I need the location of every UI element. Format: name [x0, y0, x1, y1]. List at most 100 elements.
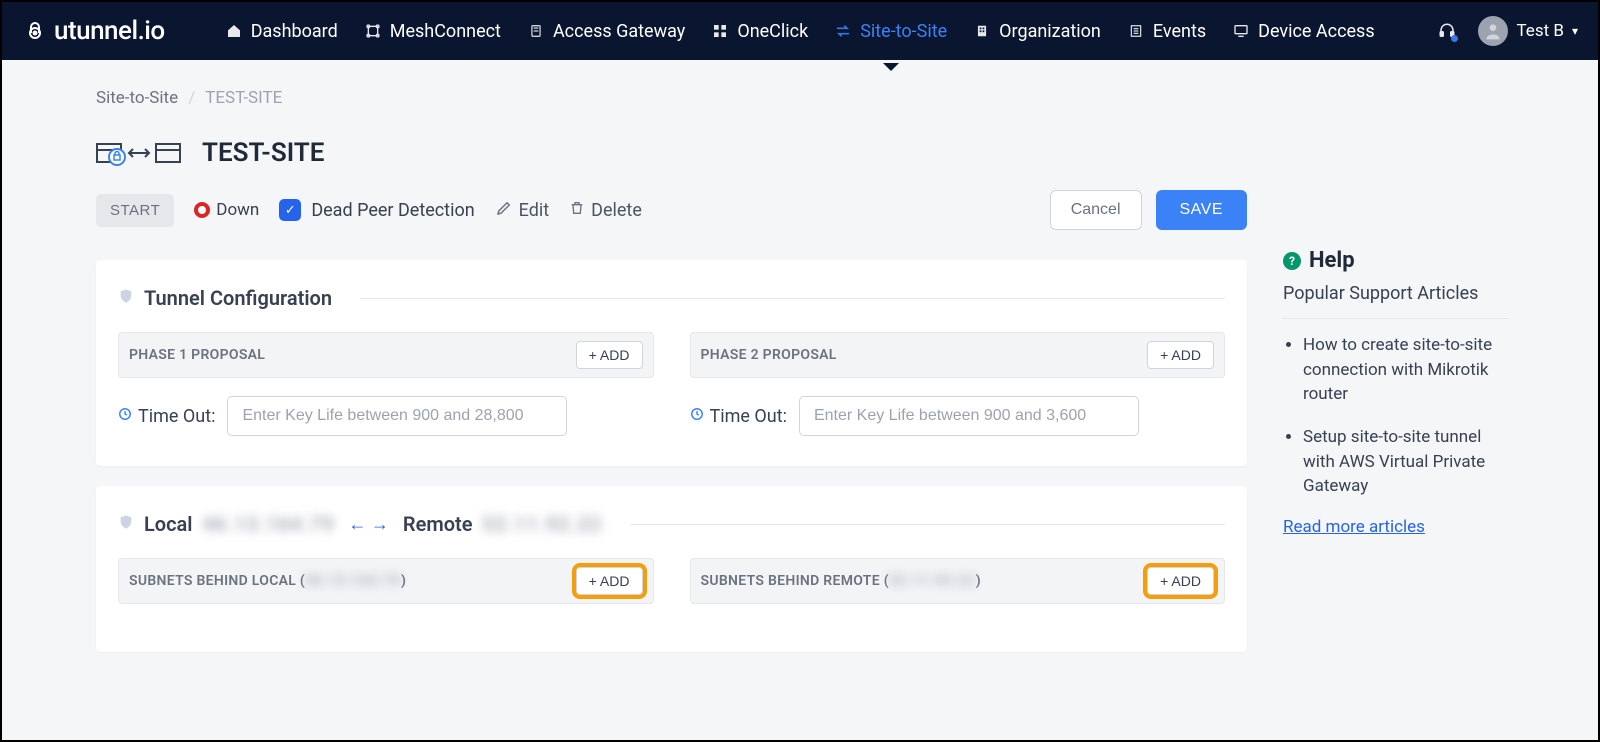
clock-icon — [690, 407, 704, 425]
subnets-remote-header: SUBNETS BEHIND REMOTE (52.11.92.22) + AD… — [690, 558, 1226, 604]
user-menu[interactable]: Test B ▾ — [1478, 16, 1578, 46]
content-area: Site-to-Site / TEST-SITE TEST — [2, 60, 1598, 672]
dpd-label: Dead Peer Detection — [311, 200, 474, 221]
phase2-add-button[interactable]: + ADD — [1147, 341, 1214, 369]
brand-text: utunnel.io — [54, 16, 165, 46]
edit-button[interactable]: Edit — [495, 199, 549, 222]
phase1-block: PHASE 1 PROPOSAL + ADD Time Out: — [118, 332, 654, 436]
nav-meshconnect-label: MeshConnect — [390, 21, 501, 42]
user-name: Test B — [1516, 21, 1563, 41]
nav-device-label: Device Access — [1258, 21, 1374, 42]
local-remote-header: Local 46.13.164.79 ← → Remote 52.11.92.2… — [118, 512, 1225, 536]
page-title: TEST-SITE — [202, 138, 324, 168]
brand-logo[interactable]: utunnel.io — [22, 16, 165, 46]
title-row: TEST-SITE — [96, 138, 1247, 168]
nav-org-label: Organization — [999, 21, 1101, 42]
clock-icon — [118, 407, 132, 425]
help-article[interactable]: Setup site-to-site tunnel with AWS Virtu… — [1303, 425, 1508, 499]
local-ip: 46.13.164.79 — [203, 512, 335, 536]
nav-organization[interactable]: Organization — [973, 21, 1101, 42]
tunnel-config-card: Tunnel Configuration PHASE 1 PROPOSAL + … — [96, 260, 1247, 466]
top-navbar: utunnel.io Dashboard MeshConnect Access … — [2, 2, 1598, 60]
cancel-button[interactable]: Cancel — [1050, 190, 1142, 230]
nav-s2s-label: Site-to-Site — [860, 21, 947, 42]
local-remote-title: Local 46.13.164.79 ← → Remote 52.11.92.2… — [144, 512, 602, 536]
delete-label: Delete — [591, 200, 642, 221]
nav-device-access[interactable]: Device Access — [1232, 21, 1374, 42]
remote-ip: 52.11.92.22 — [483, 512, 602, 536]
tunnel-config-header: Tunnel Configuration — [118, 286, 1225, 310]
help-article-list: How to create site-to-site connection wi… — [1283, 333, 1508, 499]
main-column: Site-to-Site / TEST-SITE TEST — [96, 88, 1247, 672]
help-read-more-link[interactable]: Read more articles — [1283, 517, 1508, 537]
shield-icon — [118, 513, 134, 535]
dpd-toggle[interactable]: ✓ Dead Peer Detection — [279, 199, 474, 221]
phase2-block: PHASE 2 PROPOSAL + ADD Time Out: — [690, 332, 1226, 436]
phase1-timeout-row: Time Out: — [118, 396, 654, 436]
actions-left: START Down ✓ Dead Peer Detection Edit — [96, 194, 642, 227]
lock-icon — [22, 18, 48, 44]
phase1-header: PHASE 1 PROPOSAL + ADD — [118, 332, 654, 378]
help-icon: ? — [1283, 252, 1301, 270]
subnets-local-header: SUBNETS BEHIND LOCAL (46.13.164.79) + AD… — [118, 558, 654, 604]
remote-label: Remote — [403, 512, 473, 536]
nav-site-to-site[interactable]: Site-to-Site — [834, 21, 947, 42]
phases-row: PHASE 1 PROPOSAL + ADD Time Out: — [118, 332, 1225, 436]
help-title: ? Help — [1283, 248, 1508, 273]
trash-icon — [569, 199, 585, 222]
nav-access-gateway[interactable]: Access Gateway — [527, 21, 685, 42]
phase2-timeout-input[interactable] — [799, 396, 1139, 436]
phase1-timeout-input[interactable] — [227, 396, 567, 436]
help-subtitle: Popular Support Articles — [1283, 283, 1508, 319]
nav-dashboard[interactable]: Dashboard — [225, 21, 338, 42]
nav-oneclick[interactable]: OneClick — [711, 21, 808, 42]
breadcrumb: Site-to-Site / TEST-SITE — [96, 88, 1247, 108]
bidirectional-arrow-icon: ← → — [348, 514, 388, 535]
nav-meshconnect[interactable]: MeshConnect — [364, 21, 501, 42]
headset-icon[interactable] — [1438, 22, 1456, 40]
phase2-header: PHASE 2 PROPOSAL + ADD — [690, 332, 1226, 378]
list-icon — [1127, 22, 1145, 40]
status-down-icon — [194, 202, 210, 218]
subnets-local-label: SUBNETS BEHIND LOCAL (46.13.164.79) — [129, 573, 406, 589]
nav-access-label: Access Gateway — [553, 21, 685, 42]
avatar — [1478, 16, 1508, 46]
save-button[interactable]: SAVE — [1156, 190, 1248, 230]
actions-right: Cancel SAVE — [1050, 190, 1247, 230]
pencil-icon — [495, 199, 513, 222]
nav-right: Test B ▾ — [1438, 16, 1578, 46]
subnets-local-block: SUBNETS BEHIND LOCAL (46.13.164.79) + AD… — [118, 558, 654, 622]
breadcrumb-current: TEST-SITE — [205, 88, 282, 108]
home-icon — [225, 22, 243, 40]
exchange-icon — [834, 22, 852, 40]
nav-events[interactable]: Events — [1127, 21, 1206, 42]
checkbox-checked-icon: ✓ — [279, 199, 301, 221]
phase2-timeout-text: Time Out: — [710, 406, 787, 427]
subnets-local-add-button[interactable]: + ADD — [576, 567, 643, 595]
server-icon — [527, 22, 545, 40]
local-label: Local — [144, 512, 193, 536]
phase1-add-button[interactable]: + ADD — [576, 341, 643, 369]
help-title-text: Help — [1309, 248, 1355, 273]
edit-label: Edit — [519, 200, 549, 221]
building-icon — [973, 22, 991, 40]
subnets-remote-block: SUBNETS BEHIND REMOTE (52.11.92.22) + AD… — [690, 558, 1226, 622]
site-to-site-icon — [96, 138, 186, 168]
monitor-icon — [1232, 22, 1250, 40]
phase1-label: PHASE 1 PROPOSAL — [129, 347, 265, 363]
start-button[interactable]: START — [96, 194, 174, 227]
subnets-remote-add-button[interactable]: + ADD — [1147, 567, 1214, 595]
nav-dashboard-label: Dashboard — [251, 21, 338, 42]
phase2-timeout-label: Time Out: — [690, 406, 787, 427]
phase2-label: PHASE 2 PROPOSAL — [701, 347, 837, 363]
breadcrumb-root[interactable]: Site-to-Site — [96, 88, 178, 108]
help-article[interactable]: How to create site-to-site connection wi… — [1303, 333, 1508, 407]
shield-icon — [118, 287, 134, 309]
delete-button[interactable]: Delete — [569, 199, 642, 222]
mesh-icon — [364, 22, 382, 40]
status-text: Down — [216, 200, 259, 220]
phase1-timeout-text: Time Out: — [138, 406, 215, 427]
grid-icon — [711, 22, 729, 40]
subnets-remote-label: SUBNETS BEHIND REMOTE (52.11.92.22) — [701, 573, 982, 589]
help-sidebar: ? Help Popular Support Articles How to c… — [1283, 88, 1508, 672]
